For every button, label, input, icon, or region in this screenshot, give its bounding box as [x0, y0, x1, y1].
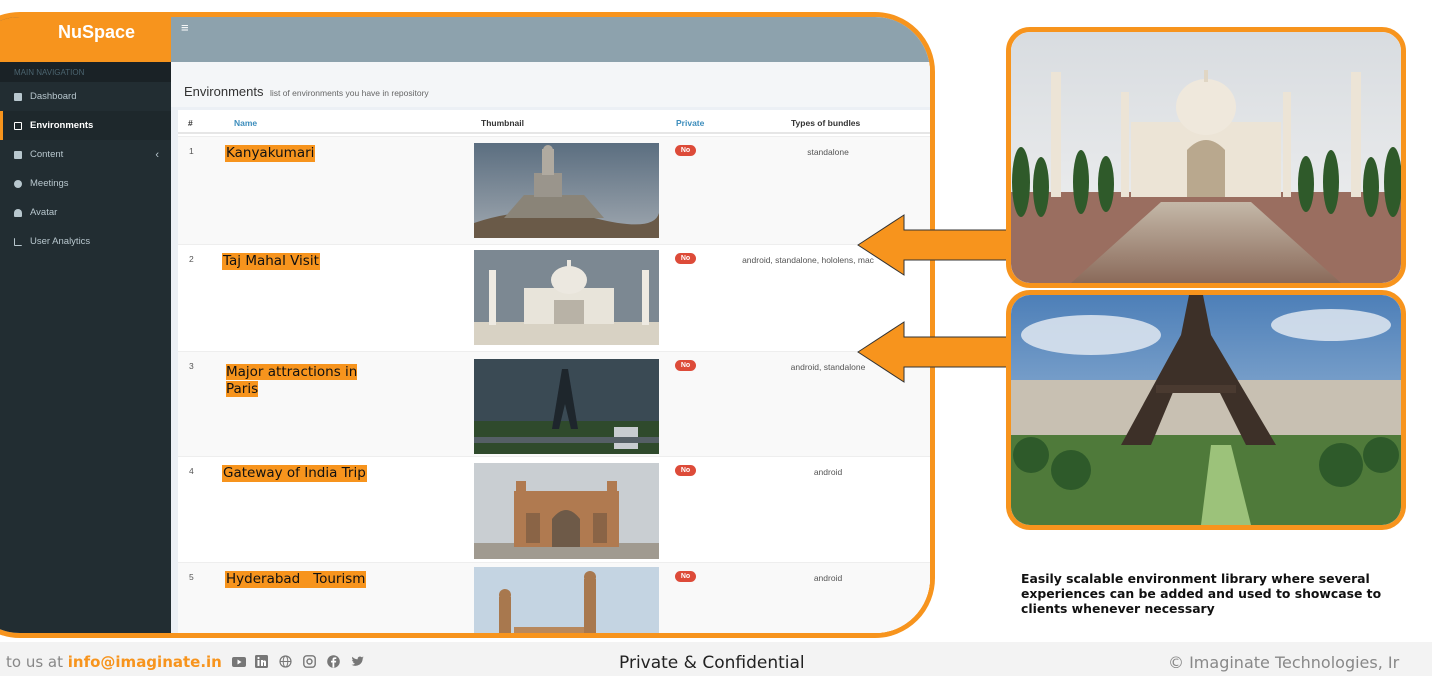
environments-screenshot: NuSpace MAIN NAVIGATION Dashboard Enviro… — [0, 12, 935, 638]
environments-table: # Name Thumbnail Private Types of bundle… — [178, 110, 930, 633]
row-number: 4 — [189, 466, 194, 476]
chevron-left-icon: ‹ — [155, 148, 159, 161]
row-number: 2 — [189, 254, 194, 264]
page-subtitle: list of environments you have in reposit… — [269, 88, 429, 98]
col-private[interactable]: Private — [676, 118, 704, 128]
contact-prefix: to us at — [6, 653, 68, 671]
app-logo[interactable]: NuSpace — [0, 17, 171, 62]
sidebar-item-label: User Analytics — [30, 236, 91, 247]
row-number: 5 — [189, 572, 194, 582]
bundle-types: android — [813, 573, 843, 583]
instagram-icon[interactable] — [303, 655, 317, 668]
page-header: Environments list of environments you ha… — [171, 62, 930, 107]
environments-icon — [14, 121, 22, 130]
taj-mahal-photo — [1006, 27, 1406, 288]
admin-panel: NuSpace MAIN NAVIGATION Dashboard Enviro… — [0, 17, 930, 633]
col-thumbnail: Thumbnail — [481, 118, 524, 128]
col-name[interactable]: Name — [234, 118, 257, 128]
thumbnail-hyderabad — [474, 567, 659, 633]
row-number: 1 — [189, 146, 194, 156]
meetings-icon — [14, 179, 22, 188]
arrow-left-icon — [857, 214, 1013, 276]
private-badge: No — [675, 145, 696, 156]
user-icon — [14, 208, 22, 217]
caption-text: Easily scalable environment library wher… — [1021, 571, 1382, 616]
sidebar-item-label: Meetings — [30, 178, 69, 189]
contact-line: to us at info@imaginate.in — [6, 653, 365, 671]
private-badge: No — [675, 465, 696, 476]
environment-name: Taj Mahal Visit — [222, 253, 320, 270]
table-row[interactable]: 1 Kanyakumari No standalone — [178, 136, 930, 244]
top-navbar: ≡ — [171, 17, 930, 62]
eiffel-tower-photo — [1006, 290, 1406, 530]
dashboard-icon — [14, 92, 22, 101]
table-row[interactable]: 3 Major attractions in Paris No android,… — [178, 351, 930, 456]
table-row[interactable]: 2 Taj Mahal Visit No android, standalone… — [178, 244, 930, 351]
folder-icon — [14, 150, 22, 159]
thumbnail-taj-mahal — [474, 250, 659, 345]
environment-name: Kanyakumari — [225, 145, 316, 162]
footer: to us at info@imaginate.in Private & Con… — [0, 642, 1432, 676]
sidebar-item-label: Dashboard — [30, 91, 77, 102]
sidebar-item-content[interactable]: Content ‹ — [0, 140, 171, 169]
environment-name: Hyderabad Tourism — [225, 571, 367, 588]
sidebar: NuSpace MAIN NAVIGATION Dashboard Enviro… — [0, 17, 171, 633]
row-number: 3 — [189, 361, 194, 371]
bundle-types: android — [813, 467, 843, 477]
main-content: Environments list of environments you ha… — [171, 62, 930, 633]
copyright-text: © Imaginate Technologies, Ir — [1168, 653, 1400, 672]
email-link[interactable]: info@imaginate.in — [68, 653, 222, 671]
thumbnail-gateway-of-india — [474, 463, 659, 559]
arrow-left-icon — [857, 321, 1013, 383]
bar-chart-icon — [14, 237, 22, 246]
environment-name: Gateway of India Trip — [222, 465, 367, 482]
col-types: Types of bundles — [791, 118, 861, 128]
youtube-icon[interactable] — [231, 655, 246, 668]
sidebar-item-meetings[interactable]: Meetings — [0, 169, 171, 198]
page-title: Environments — [184, 84, 264, 99]
sidebar-item-label: Avatar — [30, 207, 58, 218]
sidebar-item-user-analytics[interactable]: User Analytics — [0, 227, 171, 256]
environment-name: Major attractions in Paris — [226, 364, 358, 397]
private-badge: No — [675, 571, 696, 582]
private-badge: No — [675, 253, 696, 264]
facebook-icon[interactable] — [326, 655, 341, 668]
col-num: # — [188, 118, 193, 128]
sidebar-item-label: Content — [30, 149, 64, 160]
table-header: # Name Thumbnail Private Types of bundle… — [178, 110, 930, 134]
sidebar-item-avatar[interactable]: Avatar — [0, 198, 171, 227]
hamburger-icon[interactable]: ≡ — [181, 20, 189, 35]
twitter-icon[interactable] — [351, 655, 365, 668]
sidebar-item-environments[interactable]: Environments — [0, 111, 171, 140]
nav-header: MAIN NAVIGATION — [0, 62, 171, 82]
bundle-types: standalone — [807, 147, 849, 157]
sidebar-item-label: Environments — [30, 120, 94, 131]
sidebar-item-dashboard[interactable]: Dashboard — [0, 82, 171, 111]
private-badge: No — [675, 360, 696, 371]
confidential-label: Private & Confidential — [619, 653, 805, 673]
thumbnail-kanyakumari — [474, 143, 659, 238]
thumbnail-paris — [474, 359, 659, 454]
table-row[interactable]: 5 Hyderabad Tourism No android — [178, 562, 930, 633]
table-row[interactable]: 4 Gateway of India Trip No android — [178, 456, 930, 562]
logo-text: NuSpace — [58, 22, 136, 42]
linkedin-icon[interactable] — [255, 655, 269, 668]
globe-icon[interactable] — [279, 655, 293, 668]
